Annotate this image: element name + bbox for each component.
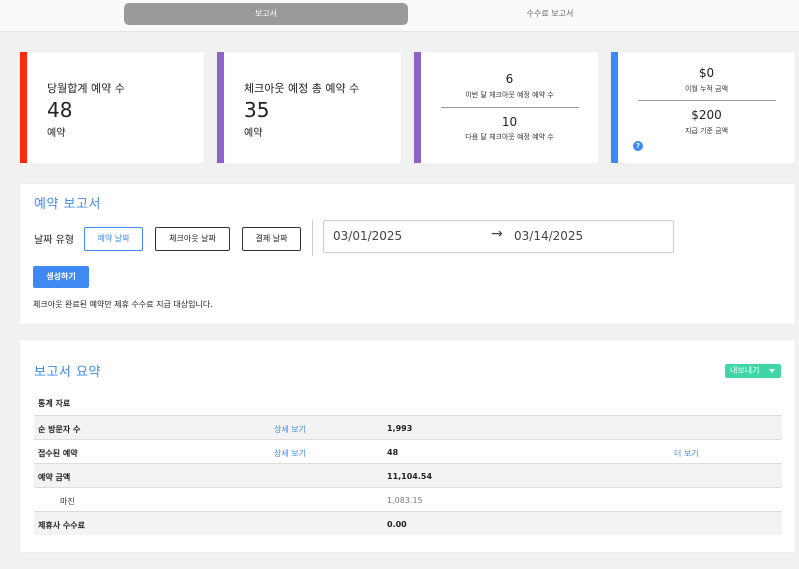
row-label: 접수된 예약 xyxy=(38,449,78,458)
card-accent-bar xyxy=(414,52,421,163)
payout-threshold-value: $200 xyxy=(691,108,722,122)
table-row: 접수된 예약 상세 보기 48 더 보기 xyxy=(34,439,782,463)
card-accent-bar xyxy=(20,52,27,163)
report-tabs: 보고서 수수료 보고서 xyxy=(0,0,799,32)
vertical-divider xyxy=(312,220,313,256)
row-value: 1,993 xyxy=(387,424,413,433)
export-button[interactable]: 내보내기 xyxy=(725,364,781,378)
checkout-date-button[interactable]: 체크아웃 날짜 xyxy=(155,227,230,251)
table-row: 순 방문자 수 상세 보기 1,993 xyxy=(34,415,782,439)
row-value: 48 xyxy=(387,448,399,457)
monthly-bookings-card: 당월합계 예약 수 48 예약 xyxy=(20,52,204,163)
table-row: 예약 금액 11,104.54 xyxy=(34,463,782,487)
payout-card: $0 이월 누적 금액 $200 지급 기준 금액 ? xyxy=(611,52,795,163)
row-value: 11,104.54 xyxy=(387,472,433,481)
report-summary-panel: 보고서 요약 내보내기 통계 자료 순 방문자 수 상세 보기 1,993 접수… xyxy=(20,340,795,552)
checkout-split-card: 6 이번 달 체크아웃 예정 예약 수 10 다음 달 체크아웃 예정 예약 수 xyxy=(414,52,598,163)
card-unit: 예약 xyxy=(244,128,263,139)
caret-down-icon xyxy=(769,369,775,373)
this-month-checkout-label: 이번 달 체크아웃 예정 예약 수 xyxy=(465,91,554,99)
row-value: 0.00 xyxy=(387,520,407,529)
row-value: 1,083.15 xyxy=(387,496,423,505)
booking-report-panel: 예약 보고서 날짜 유형 예약 날짜 체크아웃 날짜 결제 날짜 03/01/2… xyxy=(20,184,795,324)
payout-threshold-label: 지급 기준 금액 xyxy=(684,127,729,135)
card-label: 당월합계 예약 수 xyxy=(47,82,125,95)
details-link[interactable]: 상세 보기 xyxy=(274,448,306,459)
next-month-checkout-label: 다음 달 체크아웃 예정 예약 수 xyxy=(465,133,554,141)
tab-commission-report[interactable]: 수수료 보고서 xyxy=(408,3,692,25)
details-link[interactable]: 상세 보기 xyxy=(274,424,306,435)
table-row: 제휴사 수수료 0.00 xyxy=(34,511,782,535)
tab-report[interactable]: 보고서 xyxy=(124,3,408,25)
arrow-right-icon: → xyxy=(491,226,503,242)
generate-button[interactable]: 생성하기 xyxy=(33,266,89,288)
table-row: 마진 1,083.15 xyxy=(34,487,782,511)
cumulative-amount-value: $0 xyxy=(698,66,715,80)
row-label: 마진 xyxy=(60,497,75,506)
booking-report-title: 예약 보고서 xyxy=(34,197,101,212)
payout-eligibility-note: 체크아웃 완료된 예약만 제휴 수수료 지급 대상입니다. xyxy=(33,300,213,309)
this-month-checkout-value: 6 xyxy=(505,72,514,86)
help-icon[interactable]: ? xyxy=(633,141,643,151)
date-range-picker[interactable]: 03/01/2025 → 03/14/2025 xyxy=(323,220,674,253)
end-date-input[interactable]: 03/14/2025 xyxy=(514,229,583,243)
see-more-link[interactable]: 더 보기 xyxy=(674,448,699,459)
export-label: 내보내기 xyxy=(730,366,760,375)
card-unit: 예약 xyxy=(47,128,66,139)
next-month-checkout-value: 10 xyxy=(501,115,518,129)
row-label: 순 방문자 수 xyxy=(38,425,81,434)
report-summary-title: 보고서 요약 xyxy=(34,365,101,380)
cumulative-amount-label: 이월 누적 금액 xyxy=(684,85,729,93)
table-header: 통계 자료 xyxy=(38,399,71,408)
booking-date-button[interactable]: 예약 날짜 xyxy=(84,227,143,251)
card-accent-bar xyxy=(217,52,224,163)
payment-date-button[interactable]: 결제 날짜 xyxy=(242,227,301,251)
row-label: 제휴사 수수료 xyxy=(38,521,85,530)
start-date-input[interactable]: 03/01/2025 xyxy=(333,229,402,243)
card-accent-bar xyxy=(611,52,618,163)
card-label: 체크아웃 예정 총 예약 수 xyxy=(244,82,360,95)
card-value: 48 xyxy=(47,98,73,122)
card-value: 35 xyxy=(244,98,270,122)
card-divider xyxy=(441,107,579,108)
card-divider xyxy=(638,100,776,101)
checkout-total-card: 체크아웃 예정 총 예약 수 35 예약 xyxy=(217,52,401,163)
date-type-label: 날짜 유형 xyxy=(34,235,74,246)
row-label: 예약 금액 xyxy=(38,473,71,482)
